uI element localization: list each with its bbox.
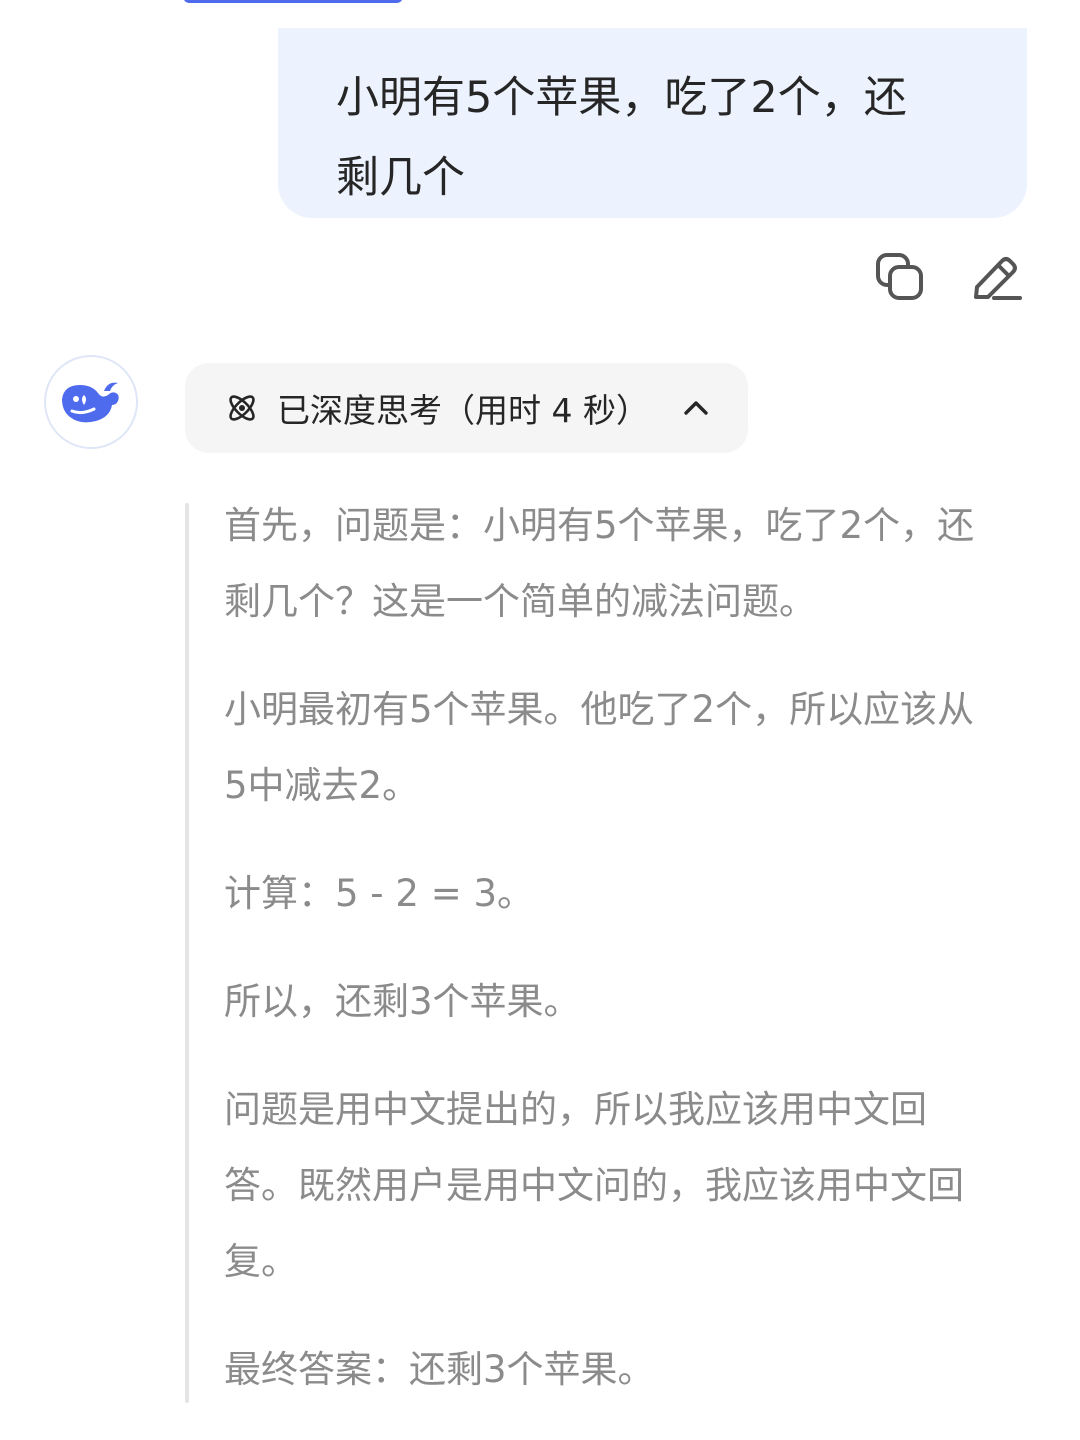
top-indicator	[183, 0, 403, 3]
edit-icon	[974, 257, 1022, 300]
chevron-up-icon	[681, 393, 711, 423]
thinking-content: 首先，问题是：小明有5个苹果，吃了2个，还 剩几个？这是一个简单的减法问题。 小…	[224, 488, 1044, 1440]
thinking-line: 剩几个？这是一个简单的减法问题。	[224, 580, 816, 623]
thinking-line: 小明最初有5个苹果。他吃了2个，所以应该从	[224, 688, 975, 731]
thinking-line: 答。既然用户是用中文问的，我应该用中文回	[224, 1164, 964, 1207]
copy-icon	[876, 253, 923, 300]
message-actions	[872, 250, 1032, 304]
thinking-line: 5中减去2。	[224, 764, 420, 807]
thinking-label: 已深度思考（用时 4 秒）	[277, 391, 649, 430]
thinking-line: 所以，还剩3个苹果。	[224, 980, 581, 1023]
thinking-divider	[185, 503, 189, 1403]
thinking-line: 计算：5 - 2 = 3。	[224, 872, 535, 915]
thinking-paragraph: 最终答案：还剩3个苹果。	[224, 1332, 1044, 1408]
thinking-paragraph: 小明最初有5个苹果。他吃了2个，所以应该从 5中减去2。	[224, 672, 1044, 824]
whale-logo-icon	[62, 382, 119, 423]
user-message-bubble: 小明有5个苹果，吃了2个，还 剩几个	[278, 28, 1027, 218]
assistant-avatar	[44, 355, 138, 449]
atom-icon	[225, 391, 259, 425]
user-message-line: 剩几个	[336, 153, 465, 203]
thinking-line: 首先，问题是：小明有5个苹果，吃了2个，还	[224, 504, 975, 547]
edit-button[interactable]	[968, 250, 1024, 304]
thinking-paragraph: 所以，还剩3个苹果。	[224, 964, 1044, 1040]
thinking-paragraph: 问题是用中文提出的，所以我应该用中文回 答。既然用户是用中文问的，我应该用中文回…	[224, 1072, 1044, 1300]
thinking-line: 最终答案：还剩3个苹果。	[224, 1348, 655, 1391]
thinking-toggle[interactable]: 已深度思考（用时 4 秒）	[185, 363, 748, 453]
user-message-line: 小明有5个苹果，吃了2个，还	[336, 73, 907, 123]
thinking-paragraph: 计算：5 - 2 = 3。	[224, 856, 1044, 932]
thinking-line: 复。	[224, 1240, 298, 1283]
thinking-line: 问题是用中文提出的，所以我应该用中文回	[224, 1088, 927, 1131]
thinking-paragraph: 首先，问题是：小明有5个苹果，吃了2个，还 剩几个？这是一个简单的减法问题。	[224, 488, 1044, 640]
copy-button[interactable]	[872, 250, 928, 304]
